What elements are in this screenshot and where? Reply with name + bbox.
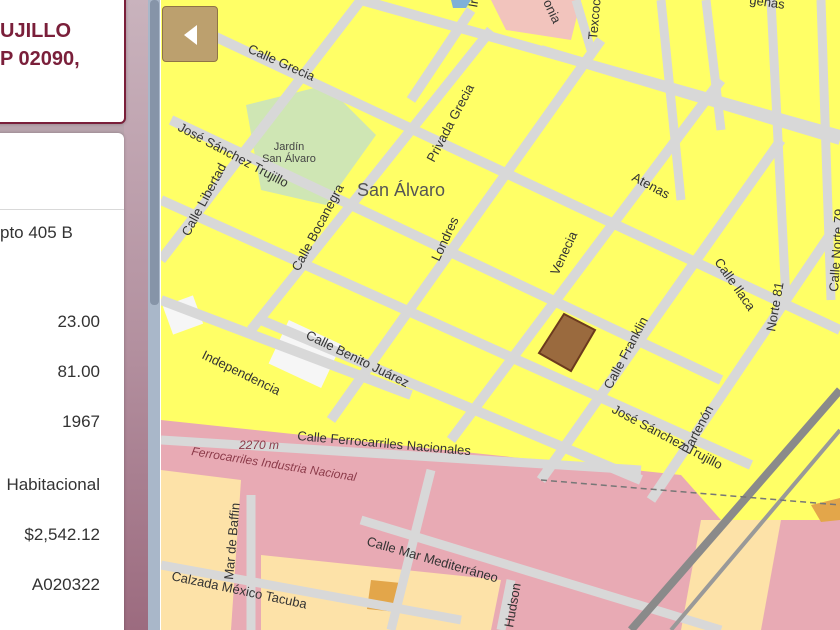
panel-background xyxy=(124,0,150,630)
orange-lot-2 xyxy=(811,498,840,522)
title-line-2: P 02090, xyxy=(0,48,80,70)
street-label-independencia: Independencia xyxy=(200,347,284,398)
divider xyxy=(0,209,124,210)
title-card: UJILLO P 02090, xyxy=(0,0,126,124)
collapse-panel-button[interactable] xyxy=(162,6,218,62)
scale-label: 2270 m xyxy=(238,438,279,452)
park-label-line-1: Jardín xyxy=(274,141,305,153)
title-line-1: UJILLO xyxy=(0,20,72,42)
pink-lot-top xyxy=(491,0,581,40)
map-canvas: San Álvaro Jardín San Álvaro Calle Greci… xyxy=(161,0,840,630)
value-account: A020322 xyxy=(31,575,100,594)
map-view[interactable]: San Álvaro Jardín San Álvaro Calle Greci… xyxy=(161,0,840,630)
street-network-a xyxy=(161,0,840,485)
value-price: $2,542.12 xyxy=(24,525,100,544)
value-1: 23.00 xyxy=(57,312,100,331)
chevron-left-icon xyxy=(184,25,197,45)
selected-parcel[interactable] xyxy=(537,312,597,373)
details-card: pto 405 B 23.00 81.00 1967 Habitacional … xyxy=(0,133,124,630)
park-label-line-2: San Álvaro xyxy=(262,152,316,165)
info-panel: UJILLO P 02090, pto 405 B 23.00 81.00 19… xyxy=(0,0,150,630)
value-3: 1967 xyxy=(62,412,100,431)
street-label-texcoco: Texcoco xyxy=(585,0,604,40)
panel-scrollbar-thumb[interactable] xyxy=(150,0,159,305)
value-use-type: Habitacional xyxy=(6,475,100,494)
neighborhood-label: San Álvaro xyxy=(357,180,445,200)
address-value: pto 405 B xyxy=(0,223,73,242)
value-2: 81.00 xyxy=(57,362,100,381)
street-label-irap: Irap xyxy=(465,0,484,9)
